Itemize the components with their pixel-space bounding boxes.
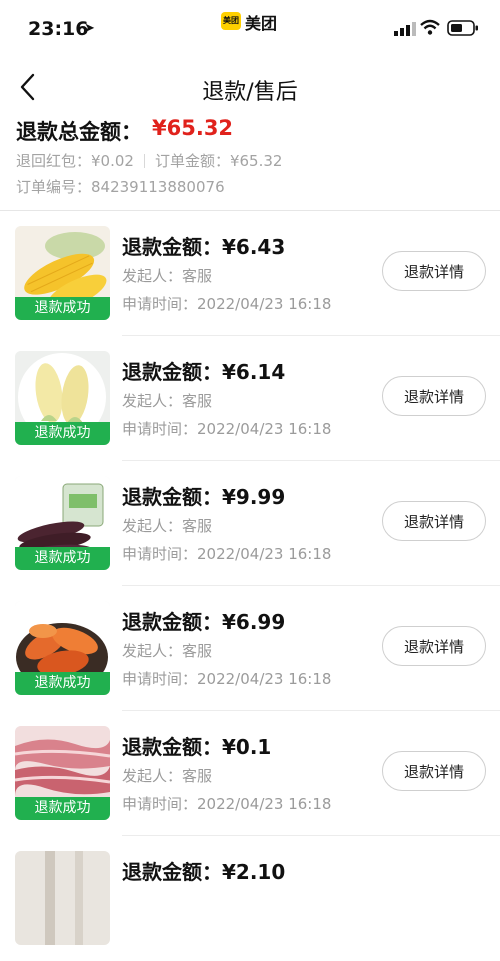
total-refund-label: 退款总金额： [16, 120, 142, 144]
refund-detail-button[interactable]: 退款详情 [382, 376, 486, 416]
refund-amount: 退款金额：¥0.1 [122, 735, 272, 759]
order-number: 订单编号：84239113880076 [16, 178, 225, 196]
refund-initiator: 发起人：客服 [122, 392, 213, 410]
refund-detail-button[interactable]: 退款详情 [382, 501, 486, 541]
status-time: 23:16 [28, 18, 89, 40]
battery-icon [447, 20, 478, 36]
refund-item: 退款成功 退款金额：¥6.99 发起人：客服 申请时间：2022/04/23 1… [0, 586, 500, 711]
location-arrow-icon: ➤ [84, 21, 95, 36]
product-thumbnail[interactable]: 退款成功 [15, 601, 110, 695]
status-app-name: 美团 [245, 14, 278, 33]
product-thumbnail[interactable]: 退款成功 [15, 726, 110, 820]
wifi-icon [420, 19, 440, 35]
refund-initiator: 发起人：客服 [122, 642, 213, 660]
refund-initiator: 发起人：客服 [122, 767, 213, 785]
divider [143, 154, 145, 168]
refund-item: 退款成功 退款金额：¥0.1 发起人：客服 申请时间：2022/04/23 16… [0, 711, 500, 836]
refund-status-badge: 退款成功 [15, 297, 110, 320]
red-packet-refund: 退回红包：¥0.02 [16, 152, 134, 170]
refund-apply-time: 申请时间：2022/04/23 16:18 [122, 545, 332, 563]
refund-apply-time: 申请时间：2022/04/23 16:18 [122, 795, 332, 813]
summary-sub-row: 退回红包：¥0.02 订单金额：¥65.32 [16, 150, 282, 171]
refund-apply-time: 申请时间：2022/04/23 16:18 [122, 420, 332, 438]
page-title: 退款/售后 [202, 80, 298, 105]
refund-status-badge: 退款成功 [15, 672, 110, 695]
refund-apply-time: 申请时间：2022/04/23 16:18 [122, 670, 332, 688]
refund-summary: 退款总金额： ¥65.32 退回红包：¥0.02 订单金额：¥65.32 订单编号… [0, 112, 500, 210]
refund-amount: 退款金额：¥9.99 [122, 485, 286, 509]
refund-detail-button[interactable]: 退款详情 [382, 251, 486, 291]
cellular-signal-icon [394, 22, 416, 36]
refund-item: 退款成功 退款金额：¥9.99 发起人：客服 申请时间：2022/04/23 1… [0, 461, 500, 586]
refund-detail-button[interactable]: 退款详情 [382, 751, 486, 791]
refund-initiator: 发起人：客服 [122, 517, 213, 535]
refund-amount: 退款金额：¥6.99 [122, 610, 286, 634]
refund-item: 退款金额：¥2.10 [0, 836, 500, 961]
refund-item: 退款成功 退款金额：¥6.43 发起人：客服 申请时间：2022/04/23 1… [0, 211, 500, 336]
total-refund-value: ¥65.32 [152, 116, 234, 140]
refund-initiator: 发起人：客服 [122, 267, 213, 285]
product-thumbnail[interactable] [15, 851, 110, 945]
product-thumbnail[interactable]: 退款成功 [15, 476, 110, 570]
product-thumbnail[interactable]: 退款成功 [15, 226, 110, 320]
refund-amount: 退款金额：¥6.14 [122, 360, 286, 384]
product-thumbnail[interactable]: 退款成功 [15, 351, 110, 445]
refund-status-badge: 退款成功 [15, 422, 110, 445]
status-bar: 23:16 ➤ 美团 美团 [0, 0, 500, 56]
refund-item: 退款成功 退款金额：¥6.14 发起人：客服 申请时间：2022/04/23 1… [0, 336, 500, 461]
nav-bar: 退款/售后 [0, 62, 500, 112]
meituan-logo-icon: 美团 [221, 12, 241, 30]
refund-list: 退款成功 退款金额：¥6.43 发起人：客服 申请时间：2022/04/23 1… [0, 211, 500, 961]
refund-amount: 退款金额：¥6.43 [122, 235, 286, 259]
order-amount: 订单金额：¥65.32 [154, 152, 283, 170]
refund-detail-button[interactable]: 退款详情 [382, 626, 486, 666]
refund-status-badge: 退款成功 [15, 547, 110, 570]
refund-amount: 退款金额：¥2.10 [122, 860, 286, 884]
refund-status-badge: 退款成功 [15, 797, 110, 820]
refund-apply-time: 申请时间：2022/04/23 16:18 [122, 295, 332, 313]
